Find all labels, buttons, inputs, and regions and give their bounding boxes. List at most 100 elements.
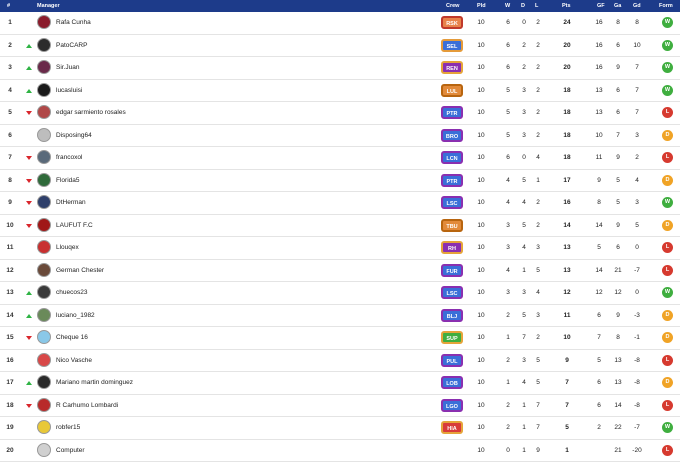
header-crew[interactable]: Crew [446, 3, 459, 9]
avatar[interactable] [37, 307, 51, 322]
crew-crest[interactable]: RSK [441, 16, 463, 29]
manager-name[interactable]: luciano_1982 [56, 312, 95, 320]
avatar[interactable] [37, 217, 51, 232]
avatar[interactable] [37, 375, 51, 389]
table-row[interactable]: 13 chuecos23 LSC 10 3 3 4 12 12 12 0 W [0, 282, 680, 305]
manager-name[interactable]: Llouqex [56, 244, 79, 252]
avatar[interactable] [37, 397, 51, 412]
avatar[interactable] [37, 150, 51, 164]
table-row[interactable]: 12 German Chester FUR 10 4 1 5 13 14 21 -7 L [0, 260, 680, 282]
avatar[interactable] [37, 352, 51, 367]
table-row[interactable]: 19 robfer15 HIA 10 2 1 7 5 2 22 -7 W [0, 417, 680, 440]
header-pos[interactable]: # [7, 3, 10, 9]
manager-name[interactable]: Sir.Juan [56, 64, 80, 72]
table-row[interactable]: 8 Florida5 PTR 10 4 5 1 17 9 5 4 D [0, 170, 680, 192]
goal-difference-cell: 10 [633, 41, 641, 49]
avatar[interactable] [37, 37, 51, 52]
crew-crest[interactable]: SUP [441, 331, 463, 344]
avatar[interactable] [37, 82, 51, 97]
crew-crest[interactable]: TBU [441, 218, 463, 232]
table-row[interactable]: 11 Llouqex RH 10 3 4 3 13 5 6 0 L [0, 237, 680, 260]
crew-crest[interactable]: RH [441, 241, 463, 254]
manager-name[interactable]: DtHerman [56, 199, 86, 207]
table-row[interactable]: 17 Mariano martin dominguez LOB 10 1 4 5 7 6 13 -8… [0, 372, 680, 395]
crew-crest[interactable]: SEL [441, 38, 463, 52]
header-pld[interactable]: Pld [477, 3, 486, 9]
goals-for-cell: 10 [595, 131, 603, 139]
crew-crest[interactable]: BRO [441, 128, 463, 142]
header-form[interactable]: Form [659, 3, 673, 9]
table-row[interactable]: 4 lucasluisi LUL 10 5 3 2 18 13 6 7 W [0, 80, 680, 102]
crew-crest[interactable]: REN [441, 61, 463, 74]
header-gf[interactable]: GF [597, 3, 605, 9]
manager-name[interactable]: francoxol [56, 154, 82, 162]
table-row[interactable]: 16 Nico Vasche PUL 10 2 3 5 9 5 13 -8 L [0, 350, 680, 372]
losses-cell: 4 [536, 289, 540, 296]
manager-name[interactable]: Cheque 16 [56, 334, 88, 342]
manager-name[interactable]: LAUFUT F.C [56, 222, 93, 230]
manager-name[interactable]: Nico Vasche [56, 357, 92, 365]
avatar[interactable] [37, 420, 51, 434]
manager-name[interactable]: Disposing64 [56, 132, 92, 140]
manager-name[interactable]: Rafa Cunha [56, 19, 91, 27]
table-row[interactable]: 3 Sir.Juan REN 10 6 2 2 20 16 9 7 W [0, 57, 680, 80]
table-row[interactable]: 6 Disposing64 BRO 10 5 3 2 18 10 7 3 D [0, 125, 680, 147]
crew-crest[interactable]: PTR [441, 106, 463, 119]
crew-crest[interactable]: LOB [441, 376, 463, 389]
table-row[interactable]: 18 R Carhumo Lombardi LGO 10 2 1 7 7 6 14 -8 L [0, 395, 680, 417]
pld-cell: 10 [477, 401, 485, 409]
avatar[interactable] [37, 195, 51, 209]
header-manager[interactable]: Manager [37, 3, 60, 9]
manager-name[interactable]: Computer [56, 447, 85, 455]
avatar[interactable] [37, 262, 51, 277]
header-pts[interactable]: Pts [562, 3, 571, 9]
avatar[interactable] [37, 105, 51, 119]
crew-crest[interactable]: LSC [441, 286, 463, 299]
table-row[interactable]: 5 edgar sarmiento rosales PTR 10 5 3 2 18 13 6 7 L [0, 102, 680, 125]
crew-crest[interactable]: LCN [441, 151, 463, 164]
crew-crest[interactable]: PTR [441, 173, 463, 187]
manager-name[interactable]: R Carhumo Lombardi [56, 402, 118, 410]
goals-for-cell: 16 [595, 19, 603, 26]
manager-name[interactable]: chuecos23 [56, 289, 87, 297]
table-row[interactable]: 14 luciano_1982 BLJ 10 2 5 3 11 6 9 -3 D [0, 305, 680, 327]
crew-crest[interactable]: FUR [441, 263, 463, 277]
manager-name[interactable]: German Chester [56, 267, 104, 275]
table-row[interactable]: 2 PatoCARP SEL 10 6 2 2 20 16 6 10 W [0, 35, 680, 57]
manager-name[interactable]: Mariano martin dominguez [56, 379, 133, 387]
manager-name[interactable]: edgar sarmiento rosales [56, 109, 126, 117]
avatar[interactable] [37, 15, 51, 29]
crew-crest[interactable]: BLJ [441, 308, 463, 322]
avatar[interactable] [37, 60, 51, 74]
header-d[interactable]: D [521, 3, 525, 9]
goals-against-cell: 5 [616, 199, 620, 206]
manager-name[interactable]: robfer15 [56, 424, 80, 432]
table-row[interactable]: 9 DtHerman LSC 10 4 4 2 16 8 5 3 W [0, 192, 680, 215]
header-w[interactable]: W [505, 3, 510, 9]
crew-crest[interactable]: HIA [441, 421, 463, 434]
table-row[interactable]: 7 francoxol LCN 10 6 0 4 18 11 9 2 L [0, 147, 680, 170]
avatar[interactable] [37, 172, 51, 187]
crew-crest[interactable]: LUL [441, 83, 463, 97]
manager-name[interactable]: lucasluisi [56, 87, 82, 95]
avatar[interactable] [37, 285, 51, 299]
avatar[interactable] [37, 442, 51, 457]
crew-crest[interactable]: LGO [441, 398, 463, 412]
table-row[interactable]: 20 Computer 10 0 1 9 1 21 -20 L [0, 440, 680, 462]
header-gd[interactable]: Gd [633, 3, 641, 9]
goal-difference-cell: 7 [635, 86, 639, 94]
avatar[interactable] [37, 127, 51, 142]
avatar[interactable] [37, 240, 51, 254]
table-row[interactable]: 1 Rafa Cunha RSK 10 6 0 2 24 16 8 8 W [0, 12, 680, 35]
table-row[interactable]: 15 Cheque 16 SUP 10 1 7 2 10 7 8 -1 D [0, 327, 680, 350]
crew-crest[interactable]: PUL [441, 353, 463, 367]
crew-crest[interactable]: LSC [441, 196, 463, 209]
table-row[interactable]: 10 LAUFUT F.C TBU 10 3 5 2 14 14 9 5 D [0, 215, 680, 237]
goal-difference-cell: -8 [634, 401, 640, 409]
avatar[interactable] [37, 330, 51, 344]
manager-name[interactable]: PatoCARP [56, 42, 87, 50]
header-l[interactable]: L [535, 3, 538, 9]
manager-name[interactable]: Florida5 [56, 177, 79, 185]
header-ga[interactable]: Ga [614, 3, 621, 9]
points-cell: 18 [563, 86, 571, 94]
